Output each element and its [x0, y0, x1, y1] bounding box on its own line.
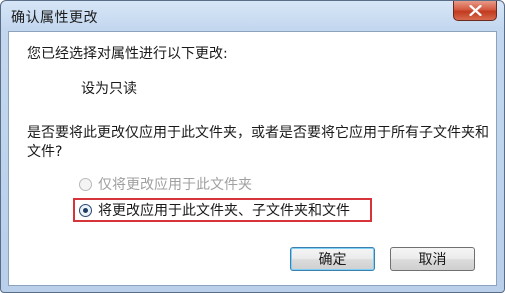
title-bar[interactable]: 确认属性更改 — [1, 1, 504, 31]
radio-label-apply-all: 将更改应用于此文件夹、子文件夹和文件 — [98, 203, 350, 219]
radio-apply-folder-only[interactable]: 仅将更改应用于此文件夹 — [79, 174, 252, 194]
dialog-window: 确认属性更改 您已经选择对属性进行以下更改: 设为只读 是否要将此更改仅应用于此… — [0, 0, 505, 293]
radio-button-selected[interactable] — [79, 203, 92, 217]
close-icon — [469, 5, 482, 16]
radio-label-folder-only: 仅将更改应用于此文件夹 — [98, 177, 252, 193]
ok-button[interactable]: 确定 — [290, 247, 375, 271]
radio-apply-all[interactable]: 将更改应用于此文件夹、子文件夹和文件 — [79, 200, 350, 220]
window-title: 确认属性更改 — [11, 10, 98, 26]
dialog-body: 您已经选择对属性进行以下更改: 设为只读 是否要将此更改仅应用于此文件夹，或者是… — [8, 31, 497, 286]
attribute-change-text: 设为只读 — [81, 81, 137, 97]
close-button[interactable] — [453, 1, 497, 21]
intro-text: 您已经选择对属性进行以下更改: — [27, 46, 228, 62]
question-text: 是否要将此更改仅应用于此文件夹，或者是否要将它应用于所有子文件夹和文件? — [27, 125, 489, 160]
radio-button-unselected[interactable] — [79, 177, 92, 191]
cancel-button[interactable]: 取消 — [390, 247, 475, 271]
